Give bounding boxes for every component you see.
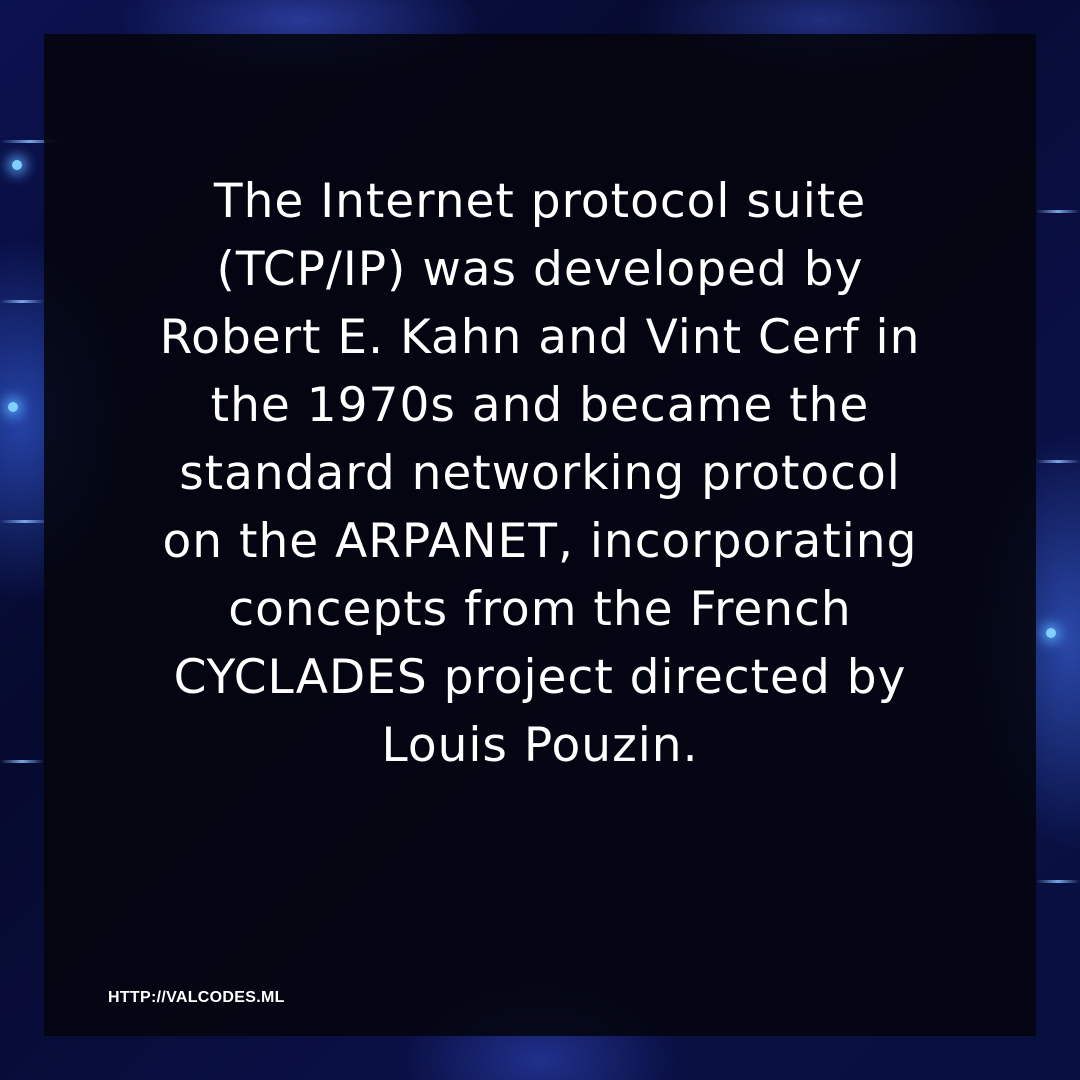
fact-line: standard networking protocol	[179, 446, 901, 501]
fact-text: The Internet protocol suite (TCP/IP) was…	[44, 168, 1036, 780]
status-light	[1046, 628, 1056, 638]
fact-line: concepts from the French	[228, 582, 852, 637]
fact-line: the 1970s and became the	[210, 378, 870, 433]
light-streak	[1036, 210, 1080, 213]
light-streak	[0, 300, 44, 303]
fact-line: (TCP/IP) was developed by	[216, 242, 864, 297]
fact-line: Robert E. Kahn and Vint Cerf in	[159, 310, 921, 365]
fact-line: Louis Pouzin.	[381, 718, 699, 773]
fact-line: on the ARPANET, incorporating	[162, 514, 918, 569]
status-light	[8, 402, 18, 412]
source-url: HTTP://VALCODES.ML	[108, 989, 285, 1006]
status-light	[12, 160, 22, 170]
light-streak	[1036, 880, 1080, 883]
fact-line: The Internet protocol suite	[213, 174, 867, 229]
fact-line: CYCLADES project directed by	[173, 650, 907, 705]
light-streak	[0, 760, 44, 763]
light-streak	[0, 520, 50, 523]
light-streak	[1036, 460, 1080, 463]
